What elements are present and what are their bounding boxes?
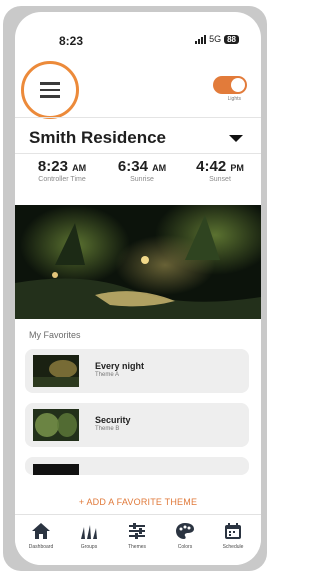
tab-themes[interactable]: Themes [115, 521, 159, 550]
lights-toggle-label: Lights [227, 96, 241, 102]
favorite-subtitle: Theme A [95, 372, 120, 378]
dropdown-caret-icon[interactable] [229, 135, 243, 142]
tab-colors[interactable]: Colors [163, 521, 207, 550]
battery-icon: 88 [224, 34, 239, 44]
favorite-card[interactable]: Every night Theme A [25, 349, 249, 393]
site-name[interactable]: Smith Residence [29, 128, 166, 148]
home-icon [32, 523, 50, 539]
tab-dashboard[interactable]: Dashboard [19, 521, 63, 550]
controller-time-label: Controller Time [38, 176, 86, 183]
lights-toggle[interactable] [213, 76, 247, 94]
sunset-period: PM [230, 163, 244, 173]
tab-label: Schedule [222, 544, 244, 550]
favorite-subtitle: Theme B [95, 426, 120, 432]
tab-label: Themes [127, 544, 147, 550]
bottom-tab-bar: Dashboard Groups Themes Colors Schedule [15, 514, 261, 565]
landscape-lighting-photo [15, 205, 261, 319]
controller-time-period: AM [72, 163, 87, 173]
favorite-name: Every night [95, 361, 145, 371]
toggle-knob [231, 78, 245, 92]
sunset-label: Sunset [209, 176, 231, 183]
tab-label: Colors [177, 544, 193, 550]
favorite-name: Security [95, 415, 131, 425]
status-time: 8:23 [59, 34, 84, 48]
tab-label: Dashboard [28, 544, 54, 550]
favorites-title: My Favorites [29, 330, 81, 340]
device-frame: 8:23 5G 88 Lights Smith Residence 8:23 A… [3, 6, 267, 571]
sunrise-value: 6:34 [117, 158, 148, 175]
favorite-card-partial[interactable] [25, 457, 249, 475]
controller-time: 8:23 AM Controller Time [29, 158, 95, 183]
sunrise-time: 6:34 AM Sunrise [109, 158, 175, 183]
header-divider [15, 117, 261, 118]
calendar-icon [225, 523, 241, 539]
tab-groups[interactable]: Groups [67, 521, 111, 550]
signal-icon [195, 34, 207, 44]
network-label: 5G [209, 34, 222, 44]
sunrise-label: Sunrise [130, 176, 154, 183]
favorite-thumbnail [33, 409, 79, 441]
favorite-card[interactable]: Security Theme B [25, 403, 249, 447]
tab-schedule[interactable]: Schedule [211, 521, 255, 550]
sliders-icon [129, 523, 145, 539]
add-favorite-theme-button[interactable]: + ADD A FAVORITE THEME [15, 497, 261, 507]
hamburger-icon [40, 80, 60, 100]
sunset-time: 4:42 PM Sunset [187, 158, 253, 183]
tab-label: Groups [80, 544, 98, 550]
palette-icon [176, 523, 194, 539]
site-divider [15, 153, 261, 154]
sunrise-period: AM [152, 163, 167, 173]
menu-button[interactable] [21, 61, 79, 119]
favorite-thumbnail [33, 355, 79, 387]
favorite-thumbnail [33, 463, 79, 475]
sunset-value: 4:42 [196, 158, 227, 175]
groups-icon [81, 525, 97, 539]
app-screen: 8:23 5G 88 Lights Smith Residence 8:23 A… [15, 12, 261, 565]
status-bar: 8:23 5G 88 [15, 34, 261, 52]
status-indicators: 5G 88 [195, 34, 239, 44]
controller-time-value: 8:23 [37, 158, 68, 175]
